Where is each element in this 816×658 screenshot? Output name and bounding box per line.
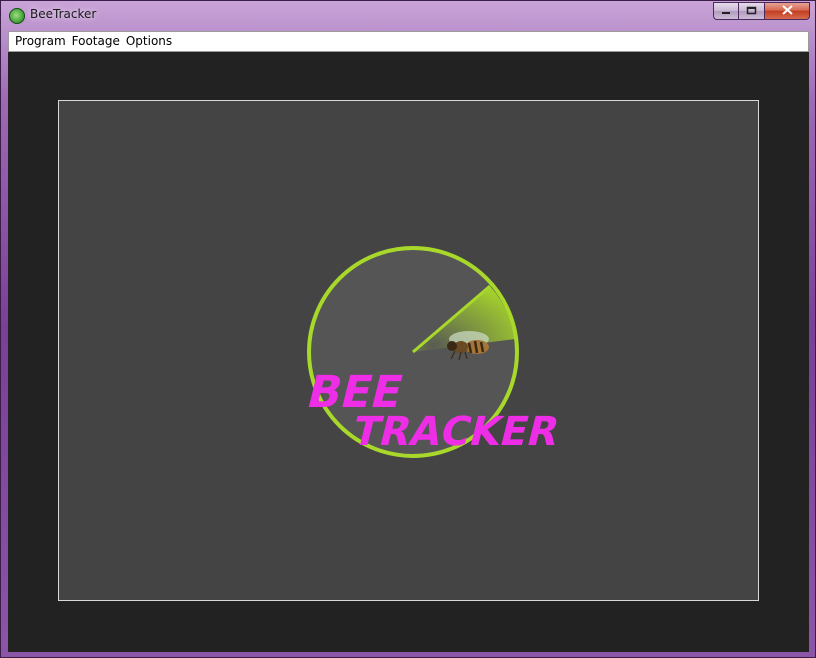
window-title: BeeTracker (30, 7, 97, 21)
client-area: BEE TRACKER (8, 52, 809, 652)
maximize-button[interactable] (739, 2, 765, 20)
menu-options[interactable]: Options (123, 32, 175, 51)
minimize-button[interactable] (713, 2, 739, 20)
menu-footage[interactable]: Footage (69, 32, 123, 51)
logo-line-2: TRACKER (348, 408, 565, 455)
window-controls (713, 2, 810, 21)
app-bee-icon[interactable] (9, 8, 25, 24)
title-bar[interactable]: BeeTracker (1, 1, 816, 31)
beetracker-logo: BEE TRACKER (302, 246, 565, 458)
minimize-icon (721, 5, 731, 18)
close-icon (781, 4, 793, 18)
app-window: BeeTracker Program Footage Options BEE T… (0, 0, 816, 658)
video-canvas[interactable]: BEE TRACKER (58, 100, 759, 601)
maximize-icon (746, 5, 757, 18)
menu-program[interactable]: Program (12, 32, 69, 51)
menu-bar: Program Footage Options (8, 31, 809, 52)
close-button[interactable] (765, 2, 810, 20)
